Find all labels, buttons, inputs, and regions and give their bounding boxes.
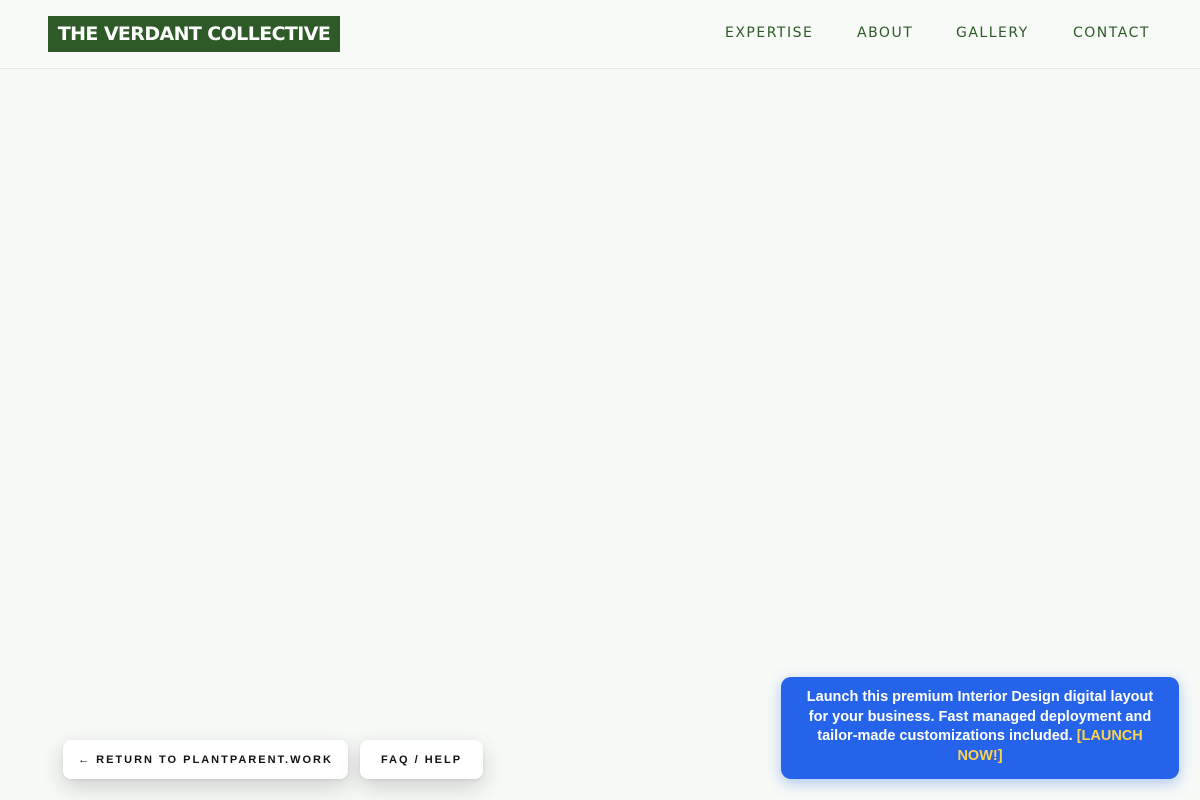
main-nav: EXPERTISE ABOUT GALLERY CONTACT	[0, 24, 1200, 44]
promo-banner: Launch this premium Interior Design digi…	[781, 677, 1179, 779]
faq-help-button[interactable]: FAQ / HELP	[360, 740, 483, 779]
nav-link-about[interactable]: ABOUT	[857, 24, 913, 42]
nav-link-gallery[interactable]: GALLERY	[956, 24, 1029, 42]
nav-link-contact[interactable]: CONTACT	[1073, 24, 1150, 42]
nav-link-expertise[interactable]: EXPERTISE	[725, 24, 813, 42]
return-to-site-button[interactable]: ← RETURN TO PLANTPARENT.WORK	[63, 740, 348, 779]
site-header: THE VERDANT COLLECTIVE EXPERTISE ABOUT G…	[0, 0, 1200, 69]
